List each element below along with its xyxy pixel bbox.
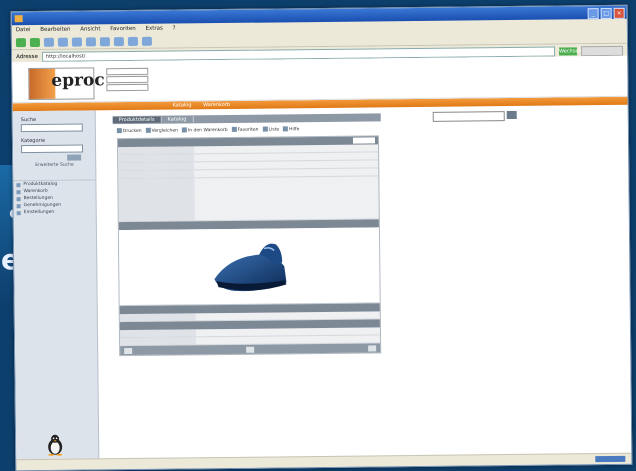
product-image-area — [118, 227, 380, 307]
header-search-button[interactable] — [506, 110, 517, 120]
password-field[interactable] — [106, 75, 149, 84]
sidebar-item[interactable]: Einstellungen — [14, 208, 96, 216]
product-panel — [116, 135, 382, 357]
refresh-icon[interactable] — [57, 37, 68, 47]
action-print[interactable]: Drucken — [117, 128, 142, 134]
top-nav-item[interactable]: Katalog — [173, 102, 192, 108]
maximize-button[interactable]: □ — [600, 7, 612, 20]
favorites-icon[interactable] — [99, 36, 110, 46]
menu-item[interactable]: Ansicht — [80, 26, 100, 32]
action-favorites[interactable]: Favoriten — [232, 127, 259, 133]
header-search-input[interactable] — [432, 111, 505, 122]
category-label: Kategorie — [20, 137, 46, 145]
action-help[interactable]: Hilfe — [283, 126, 299, 132]
back-button[interactable] — [124, 347, 133, 354]
history-icon[interactable] — [113, 36, 124, 46]
tux-penguin-icon — [48, 434, 63, 456]
main-content: Produktdetails Katalog Drucken Vergleich… — [112, 113, 383, 357]
menu-item[interactable]: ? — [173, 26, 176, 32]
action-compare[interactable]: Vergleichen — [146, 127, 178, 133]
site-header: eproc — [12, 55, 628, 104]
tab-catalog[interactable]: Katalog — [161, 116, 194, 123]
description-value — [194, 176, 378, 220]
advanced-search-link[interactable]: Erweiterte Suche — [35, 162, 95, 168]
action-list[interactable]: Liste — [262, 126, 279, 132]
browser-window: _ □ × Datei Bearbeiten Ansicht Favoriten… — [10, 4, 633, 471]
description-key — [118, 178, 195, 222]
sidebar: Suche Kategorie Erweiterte Suche Produkt… — [12, 110, 100, 461]
logo-text: eproc — [51, 70, 105, 91]
search-button[interactable] — [67, 154, 82, 161]
go-button[interactable]: Wechseln zu — [559, 46, 583, 62]
menu-item[interactable]: Favoriten — [110, 26, 136, 32]
detail-key — [119, 313, 196, 322]
address-label: Adresse — [16, 53, 38, 60]
login-box — [106, 67, 156, 96]
back-icon[interactable] — [15, 37, 26, 47]
site-logo[interactable]: eproc — [28, 67, 105, 101]
menu-item[interactable]: Datei — [16, 27, 31, 33]
panel-header-button[interactable] — [352, 137, 376, 144]
mail-icon[interactable] — [127, 36, 138, 46]
bottom-buttons — [120, 343, 381, 356]
minimize-button[interactable]: _ — [587, 8, 599, 20]
sidebar-nav: Produktkatalog Warenkorb Bestellungen Ge… — [13, 179, 96, 217]
links-toolbar[interactable] — [581, 45, 624, 56]
username-field[interactable] — [106, 67, 149, 76]
action-add-to-cart[interactable]: In den Warenkorb — [182, 127, 228, 133]
home-icon[interactable] — [71, 36, 82, 47]
forward-icon[interactable] — [29, 37, 40, 47]
window-controls: _ □ × — [587, 7, 625, 20]
detail-key — [118, 146, 195, 155]
detail-key — [118, 170, 195, 179]
category-input[interactable] — [21, 144, 84, 154]
stop-icon[interactable] — [43, 37, 54, 47]
product-actions: Drucken Vergleichen In den Warenkorb Fav… — [117, 125, 381, 134]
print-icon[interactable] — [141, 36, 152, 46]
top-nav-item[interactable]: Warenkorb — [203, 102, 230, 108]
login-field[interactable] — [106, 83, 149, 92]
add-to-cart-button[interactable] — [246, 346, 255, 353]
search-input[interactable] — [20, 123, 83, 133]
tab-product-details[interactable]: Produktdetails — [112, 116, 162, 124]
detail-key — [120, 337, 197, 346]
browser-icon — [14, 15, 23, 23]
search-label: Suche — [20, 116, 37, 124]
compare-button[interactable] — [368, 344, 377, 352]
close-button[interactable]: × — [613, 7, 625, 19]
description-row — [118, 176, 379, 223]
detail-key — [118, 162, 195, 171]
menu-item[interactable]: Extras — [145, 26, 162, 32]
web-page: eproc Katalog Warenkorb Suche Kategorie … — [12, 55, 632, 461]
category-tabs: Produktdetails Katalog — [112, 113, 381, 125]
security-zone-indicator — [595, 455, 626, 463]
menu-item[interactable]: Bearbeiten — [40, 27, 70, 33]
search-icon[interactable] — [85, 36, 96, 46]
detail-key — [119, 329, 197, 338]
detail-key — [118, 154, 195, 163]
product-image[interactable] — [204, 236, 295, 297]
